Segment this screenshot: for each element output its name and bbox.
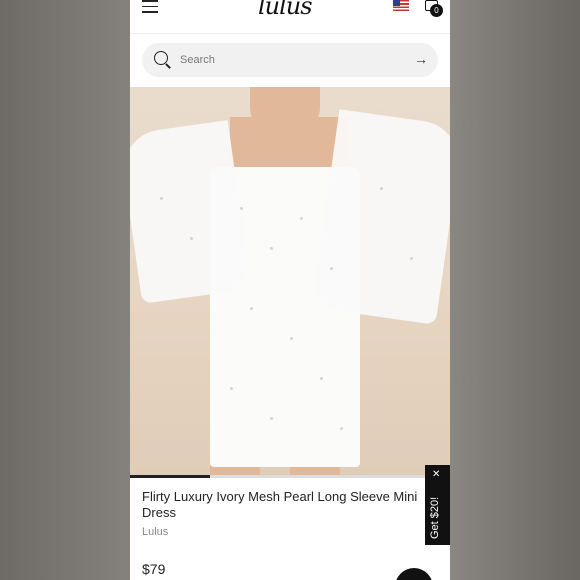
- product-image[interactable]: [130, 87, 450, 477]
- search-icon: [154, 51, 168, 65]
- phone-screen: lulus 0 → Flirty Luxury Ivory Mesh: [130, 0, 450, 580]
- logo[interactable]: lulus: [258, 0, 313, 20]
- product-title: Flirty Luxury Ivory Mesh Pearl Long Slee…: [142, 489, 418, 520]
- product-price: $79: [142, 561, 166, 577]
- search-bar[interactable]: →: [142, 43, 438, 77]
- promo-text[interactable]: Get $20!: [429, 497, 441, 539]
- product-brand[interactable]: Lulus: [142, 526, 168, 538]
- us-flag-icon[interactable]: [393, 0, 409, 11]
- top-navigation-bar: lulus 0: [130, 0, 450, 34]
- background-left: [0, 0, 130, 580]
- close-icon[interactable]: ✕: [432, 469, 440, 480]
- cart-count-badge: 0: [430, 4, 443, 17]
- background-right: [450, 0, 580, 580]
- hamburger-icon[interactable]: [142, 0, 158, 14]
- chat-button[interactable]: [395, 568, 433, 580]
- promo-tab[interactable]: ✕ Get $20!: [425, 465, 450, 545]
- image-carousel-progress-fill: [130, 475, 210, 478]
- search-input[interactable]: [180, 43, 400, 77]
- arrow-right-icon[interactable]: →: [414, 51, 428, 67]
- image-carousel-progress: [130, 475, 450, 478]
